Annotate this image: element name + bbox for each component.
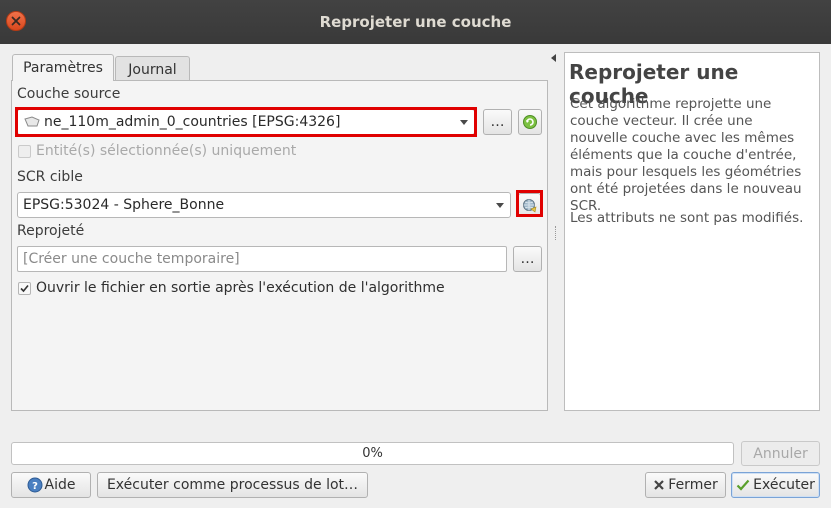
chevron-down-icon xyxy=(496,203,504,208)
selected-only-checkbox[interactable] xyxy=(18,145,31,158)
output-placeholder: [Créer une couche temporaire] xyxy=(23,251,240,267)
iterate-icon xyxy=(523,115,537,129)
target-crs-combo[interactable]: EPSG:53024 - Sphere_Bonne xyxy=(17,192,511,218)
batch-button-label: Exécuter comme processus de lot… xyxy=(106,477,359,493)
browse-label: … xyxy=(520,251,535,267)
iterate-button[interactable] xyxy=(518,109,542,135)
batch-button[interactable]: Exécuter comme processus de lot… xyxy=(97,472,368,498)
help-button-label: Aide xyxy=(44,477,76,493)
help-note: Les attributs ne sont pas modifiés. xyxy=(570,210,804,226)
close-icon xyxy=(11,16,21,26)
output-field[interactable]: [Créer une couche temporaire] xyxy=(17,246,507,272)
open-after-label: Ouvrir le fichier en sortie après l'exéc… xyxy=(36,280,445,296)
run-button-label: Exécuter xyxy=(753,477,815,493)
splitter-handle[interactable] xyxy=(555,226,557,240)
browse-label: … xyxy=(490,114,505,130)
tab-journal[interactable]: Journal xyxy=(115,56,190,82)
close-button[interactable]: Fermer xyxy=(645,472,726,498)
target-crs-label: SCR cible xyxy=(17,169,83,185)
open-after-checkbox[interactable] xyxy=(18,282,31,295)
tab-label: Paramètres xyxy=(23,60,103,76)
checkmark-icon xyxy=(736,479,750,491)
output-browse-button[interactable]: … xyxy=(513,246,542,272)
close-window-button[interactable] xyxy=(6,11,26,31)
title-bar: Reprojeter une couche xyxy=(0,0,831,44)
collapse-help-arrow[interactable] xyxy=(551,54,556,62)
source-browse-button[interactable]: … xyxy=(483,109,512,135)
help-button[interactable]: ? Aide xyxy=(11,472,91,498)
window-title: Reprojeter une couche xyxy=(319,13,512,31)
svg-text:?: ? xyxy=(32,481,38,492)
tab-label: Journal xyxy=(128,61,177,78)
run-button[interactable]: Exécuter xyxy=(731,472,820,498)
source-layer-label: Couche source xyxy=(17,86,121,102)
help-panel: Reprojeter une couche Cet algorithme rep… xyxy=(564,52,820,411)
cancel-button[interactable]: Annuler xyxy=(741,441,820,466)
checkmark-icon xyxy=(20,284,29,293)
progress-text: 0% xyxy=(362,446,383,461)
tab-parametres[interactable]: Paramètres xyxy=(12,54,114,81)
output-label: Reprojeté xyxy=(17,223,85,239)
crs-button-highlight xyxy=(516,190,543,217)
help-description: Cet algorithme reprojette une couche vec… xyxy=(570,96,802,214)
progress-bar: 0% xyxy=(11,442,734,465)
help-icon: ? xyxy=(27,477,43,493)
source-layer-highlight xyxy=(15,107,477,137)
close-icon xyxy=(654,480,665,490)
close-button-label: Fermer xyxy=(668,477,718,493)
target-crs-value: EPSG:53024 - Sphere_Bonne xyxy=(23,197,225,213)
selected-only-label: Entité(s) sélectionnée(s) uniquement xyxy=(36,143,297,159)
cancel-label: Annuler xyxy=(753,445,808,462)
